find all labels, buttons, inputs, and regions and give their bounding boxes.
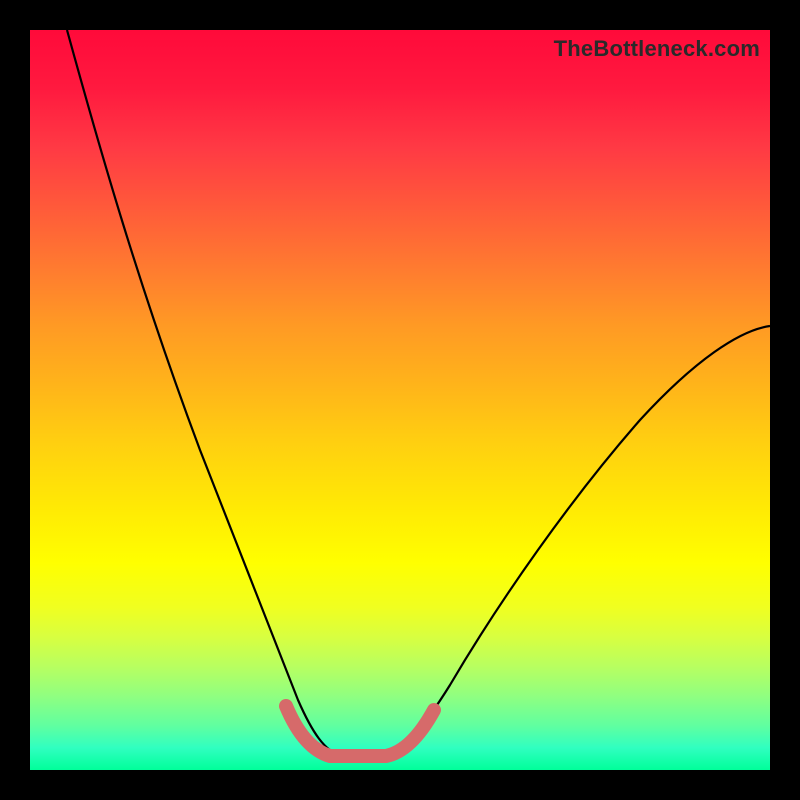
curve-svg — [30, 30, 770, 770]
black-curve-path — [67, 30, 770, 756]
red-highlight-path — [286, 706, 434, 756]
plot-area: TheBottleneck.com — [30, 30, 770, 770]
chart-frame: TheBottleneck.com — [0, 0, 800, 800]
